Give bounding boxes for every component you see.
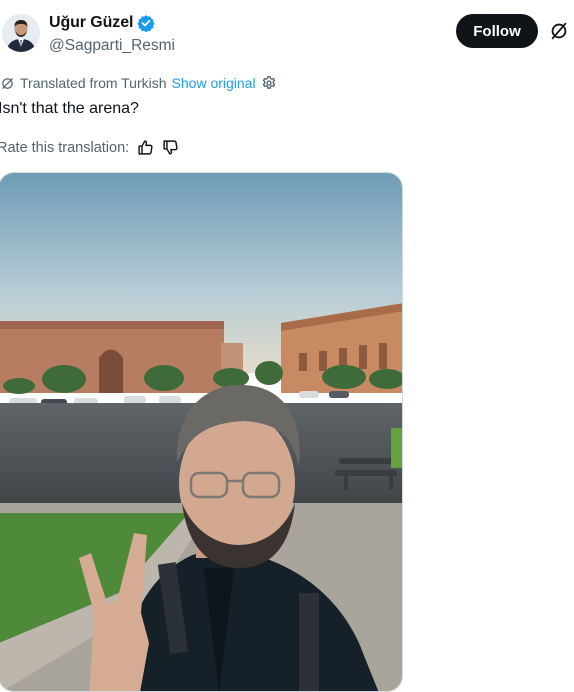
- avatar-image: [2, 14, 40, 52]
- verified-badge-icon[interactable]: [137, 14, 155, 32]
- photo-scene: [0, 173, 402, 691]
- thumbs-up-icon[interactable]: [137, 139, 154, 156]
- gear-icon[interactable]: [261, 75, 277, 91]
- tweet-photo[interactable]: [0, 172, 403, 692]
- author-handle[interactable]: @Sagparti_Resmi: [49, 37, 175, 55]
- show-original-link[interactable]: Show original: [172, 75, 256, 91]
- translation-notice: Translated from Turkish Show original: [0, 75, 277, 91]
- thumbs-down-icon[interactable]: [162, 139, 179, 156]
- translation-note-text: Translated from Turkish: [20, 75, 167, 91]
- translate-grok-icon: [0, 76, 15, 91]
- author-name-row[interactable]: Uğur Güzel: [49, 14, 155, 32]
- tweet-text: Isn't that the arena?: [0, 100, 139, 117]
- rate-translation-label: Rate this translation:: [0, 139, 130, 156]
- avatar[interactable]: [2, 14, 40, 52]
- follow-button[interactable]: Follow: [456, 14, 538, 48]
- author-display-name[interactable]: Uğur Güzel: [49, 14, 133, 32]
- rate-translation-row: Rate this translation:: [0, 139, 179, 156]
- grok-icon[interactable]: [548, 20, 570, 42]
